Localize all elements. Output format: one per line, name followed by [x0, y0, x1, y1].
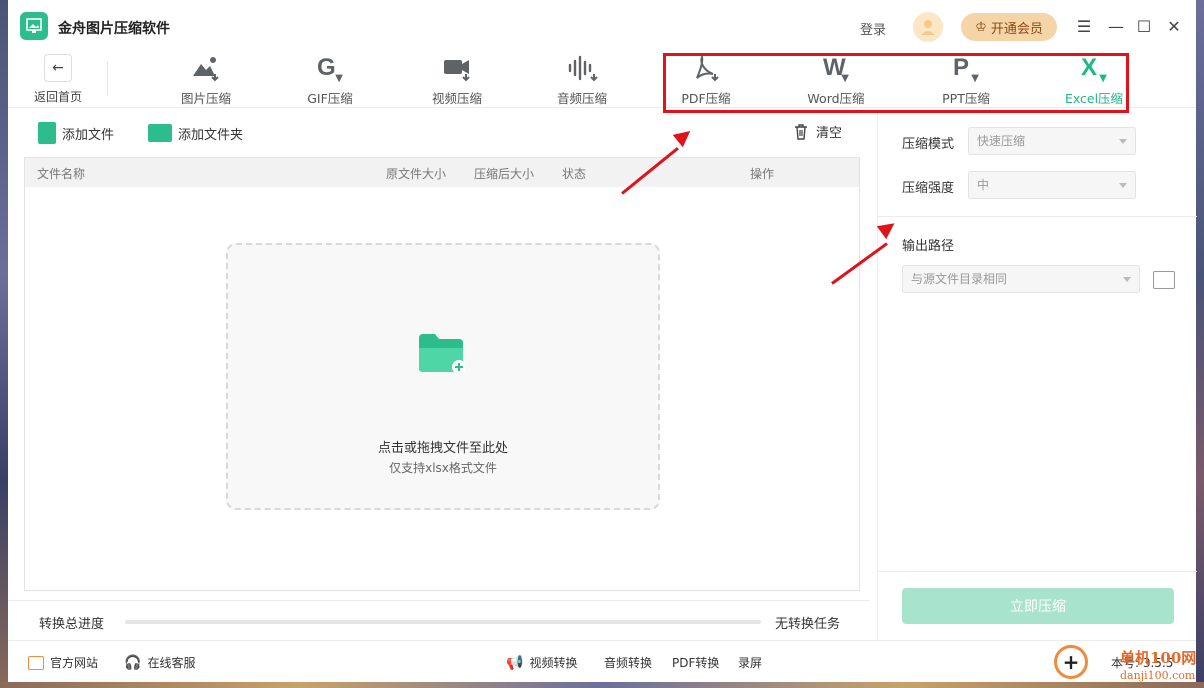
clear-button[interactable]: 清空: [794, 122, 842, 141]
add-folder-button[interactable]: 添加文件夹: [148, 121, 243, 145]
tool-label: 图片压缩: [180, 91, 231, 106]
drop-zone-hint: 仅支持xlsx格式文件: [389, 461, 497, 475]
close-icon[interactable]: ✕: [1164, 16, 1184, 36]
footer-link-audio[interactable]: 音频转换: [604, 654, 652, 671]
clear-label: 清空: [816, 126, 843, 141]
footer-link-label: 视频转换: [529, 656, 578, 670]
footer-link-pdf[interactable]: PDF转换: [672, 654, 719, 671]
app-title: 金舟图片压缩软件: [58, 21, 170, 37]
folder-add-icon: [419, 334, 465, 372]
table-header: 文件名称 原文件大小 压缩后大小 状态 操作: [25, 158, 859, 187]
add-file-label: 添加文件: [62, 127, 115, 143]
image-compress-icon: [189, 54, 223, 84]
maximize-icon[interactable]: ☐: [1134, 16, 1154, 36]
add-file-icon: [38, 122, 56, 144]
file-panel: 添加文件 添加文件夹 清空 文件名称 原文件大小 压缩后大小 状态 操作 点击或…: [8, 109, 870, 640]
toolbar-divider: [107, 62, 108, 96]
login-link[interactable]: 登录: [860, 19, 886, 38]
col-original-size: 原文件大小: [386, 167, 447, 181]
footer-link-video[interactable]: 📢 视频转换: [506, 654, 577, 671]
title-bar: 金舟图片压缩软件 登录 ♔ 开通会员 ☰ — ☐ ✕: [8, 0, 1196, 52]
support-label: 在线客服: [147, 656, 196, 670]
browse-folder-icon[interactable]: [1153, 271, 1175, 289]
chevron-down-icon: [1119, 139, 1127, 144]
add-file-button[interactable]: 添加文件: [38, 121, 114, 145]
wallpaper-bottom: [0, 682, 1204, 688]
mode-label: 压缩模式: [902, 137, 955, 152]
output-path-value: 与源文件目录相同: [911, 272, 1008, 286]
col-status: 状态: [562, 167, 587, 181]
vip-button[interactable]: ♔ 开通会员: [961, 13, 1057, 41]
tool-audio-compress[interactable]: 音频压缩: [537, 54, 627, 108]
monitor-icon: [28, 655, 44, 670]
progress-row: 转换总进度 无转换任务: [8, 600, 870, 640]
crown-icon: ♔: [975, 19, 987, 35]
back-arrow-icon: ←: [44, 54, 72, 82]
tool-label: GIF压缩: [307, 91, 353, 106]
drop-zone[interactable]: 点击或拖拽文件至此处 仅支持xlsx格式文件: [226, 243, 660, 510]
menu-icon[interactable]: ☰: [1074, 16, 1094, 36]
gif-compress-icon: G ▼: [317, 54, 343, 84]
drop-zone-text: 点击或拖拽文件至此处: [377, 441, 508, 456]
minimize-icon[interactable]: —: [1106, 16, 1126, 36]
strength-label: 压缩强度: [902, 181, 955, 196]
website-link[interactable]: 官方网站: [28, 654, 98, 671]
col-compressed-size: 压缩后大小: [474, 167, 535, 181]
avatar[interactable]: [913, 12, 943, 42]
tool-label: 视频压缩: [431, 91, 482, 106]
chevron-down-icon: [1123, 277, 1131, 282]
vip-button-label: 开通会员: [990, 21, 1043, 37]
progress-bar: [125, 620, 761, 624]
video-compress-icon: [440, 54, 474, 84]
mode-select[interactable]: 快速压缩: [968, 127, 1136, 155]
website-label: 官方网站: [50, 656, 99, 670]
footer-link-label: 音频转换: [604, 656, 653, 670]
footer-link-label: 录屏: [738, 656, 763, 670]
settings-divider: [878, 216, 1197, 217]
compress-now-button[interactable]: 立即压缩: [902, 588, 1174, 624]
watermark-url: danji100.com: [1120, 669, 1196, 682]
watermark: + 单机100网 danji100.com: [1054, 645, 1204, 688]
strength-select[interactable]: 中: [968, 171, 1136, 199]
back-home-label: 返回首页: [33, 90, 82, 104]
output-label: 输出路径: [902, 239, 955, 254]
settings-panel: 压缩模式 快速压缩 压缩强度 中 输出路径 与源文件目录相同 立即压缩: [877, 109, 1197, 640]
headset-icon: 🎧: [124, 654, 142, 671]
back-home-button[interactable]: ← 返回首页: [28, 54, 88, 108]
mode-value: 快速压缩: [977, 134, 1026, 148]
col-actions: 操作: [750, 167, 775, 181]
tool-gif-compress[interactable]: G ▼ GIF压缩: [285, 54, 375, 108]
support-link[interactable]: 🎧 在线客服: [124, 654, 195, 671]
col-filename: 文件名称: [37, 167, 86, 181]
wallpaper-left: [0, 0, 8, 688]
tool-image-compress[interactable]: 图片压缩: [161, 54, 251, 108]
chevron-down-icon: [1119, 183, 1127, 188]
add-folder-label: 添加文件夹: [178, 127, 244, 143]
tool-label: 音频压缩: [556, 91, 607, 106]
footer: 官方网站 🎧 在线客服 📢 视频转换 音频转换 PDF转换 录屏 本号: 3.5…: [8, 640, 1196, 682]
file-table: 文件名称 原文件大小 压缩后大小 状态 操作 点击或拖拽文件至此处 仅支持xls…: [24, 157, 860, 591]
add-folder-icon: [148, 124, 172, 142]
strength-value: 中: [977, 178, 990, 192]
progress-label: 转换总进度: [39, 617, 105, 632]
footer-link-record[interactable]: 录屏: [738, 654, 762, 671]
watermark-logo-icon: +: [1054, 645, 1088, 679]
watermark-site: 单机100网: [1120, 649, 1197, 667]
app-logo-icon: [20, 12, 48, 40]
trash-icon: [795, 123, 807, 140]
megaphone-icon: 📢: [506, 654, 524, 671]
wallpaper-right: [1196, 0, 1204, 688]
progress-status: 无转换任务: [775, 617, 841, 632]
annotation-highlight-box: [663, 53, 1129, 113]
output-path-select[interactable]: 与源文件目录相同: [902, 265, 1140, 293]
settings-bottom-divider: [878, 571, 1197, 572]
audio-compress-icon: [565, 54, 599, 84]
tool-video-compress[interactable]: 视频压缩: [412, 54, 502, 108]
footer-link-label: PDF转换: [672, 656, 720, 670]
